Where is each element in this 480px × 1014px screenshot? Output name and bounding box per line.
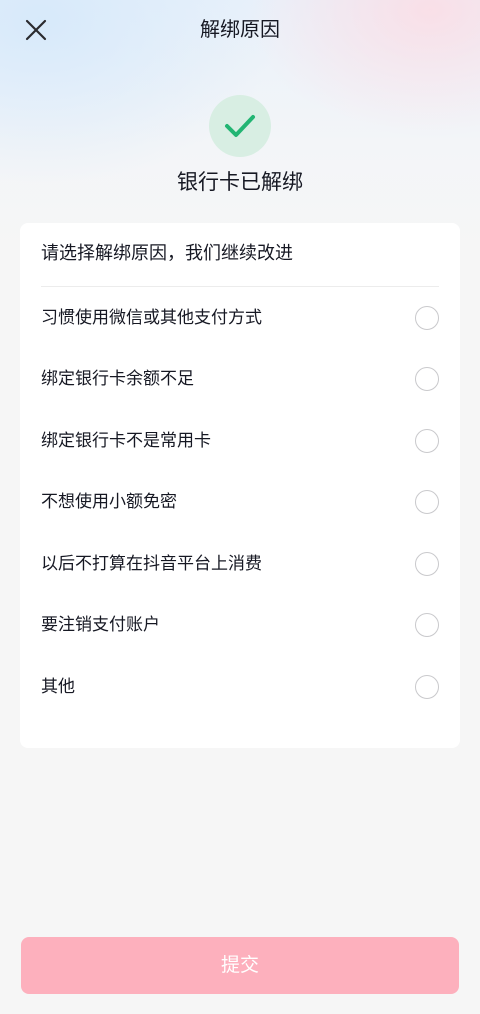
reason-option[interactable]: 其他 <box>20 656 460 718</box>
reason-label: 以后不打算在抖音平台上消费 <box>41 553 262 574</box>
radio-button[interactable] <box>415 613 439 638</box>
reason-option[interactable]: 以后不打算在抖音平台上消费 <box>20 533 460 595</box>
check-icon <box>225 115 255 137</box>
reason-option[interactable]: 绑定银行卡不是常用卡 <box>20 410 460 472</box>
top-bar: 解绑原因 <box>0 0 480 58</box>
radio-button[interactable] <box>415 490 439 515</box>
reason-option[interactable]: 习惯使用微信或其他支付方式 <box>20 287 460 349</box>
reason-option[interactable]: 绑定银行卡余额不足 <box>20 349 460 411</box>
success-message: 银行卡已解绑 <box>177 170 303 194</box>
submit-button[interactable]: 提交 <box>21 937 459 994</box>
reason-option[interactable]: 不想使用小额免密 <box>20 472 460 534</box>
reason-label: 其他 <box>41 676 75 697</box>
reason-card: 请选择解绑原因，我们继续改进 习惯使用微信或其他支付方式 绑定银行卡余额不足 绑… <box>20 223 460 748</box>
radio-button[interactable] <box>415 367 439 392</box>
reason-list: 习惯使用微信或其他支付方式 绑定银行卡余额不足 绑定银行卡不是常用卡 不想使用小… <box>20 287 460 718</box>
reason-label: 不想使用小额免密 <box>41 492 177 513</box>
reason-option[interactable]: 要注销支付账户 <box>20 595 460 657</box>
success-badge <box>209 95 271 157</box>
reason-card-title: 请选择解绑原因，我们继续改进 <box>41 243 293 264</box>
radio-button[interactable] <box>415 305 439 330</box>
reason-label: 要注销支付账户 <box>41 615 160 636</box>
reason-label: 习惯使用微信或其他支付方式 <box>41 307 262 328</box>
reason-label: 绑定银行卡余额不足 <box>41 369 194 390</box>
page-title: 解绑原因 <box>200 17 280 41</box>
radio-button[interactable] <box>415 674 439 699</box>
radio-button[interactable] <box>415 428 439 453</box>
reason-label: 绑定银行卡不是常用卡 <box>41 430 211 451</box>
radio-button[interactable] <box>415 551 439 576</box>
